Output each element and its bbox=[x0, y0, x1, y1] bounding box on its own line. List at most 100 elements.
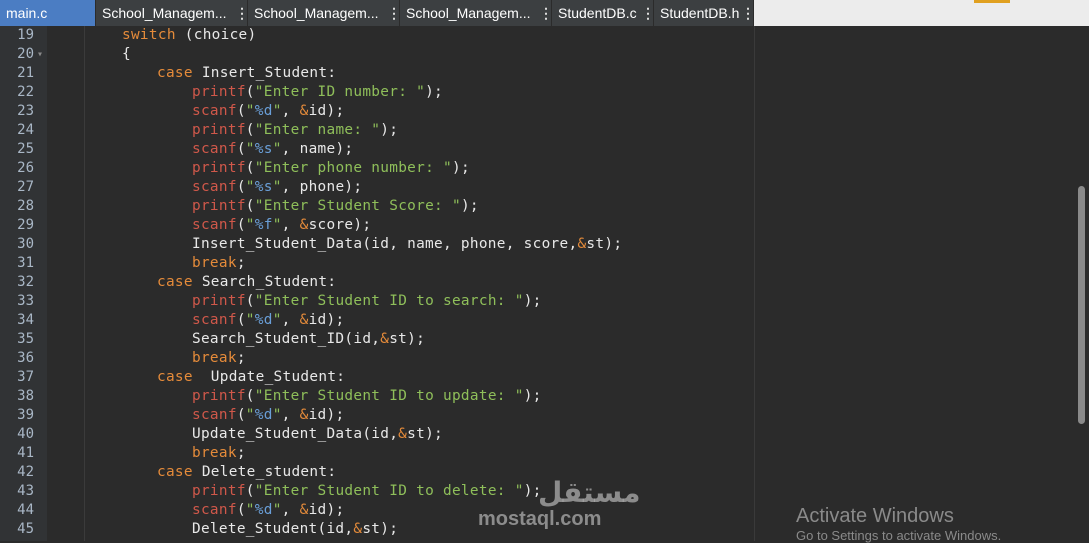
vertical-scrollbar[interactable] bbox=[1075, 26, 1089, 541]
code-text: break; bbox=[192, 445, 246, 461]
code-editor[interactable]: 19 switch (choice) 20 ▾ { 21 case Insert… bbox=[0, 26, 1089, 541]
tab-school-management-1[interactable]: School_Managem... ⋮ bbox=[96, 0, 248, 26]
code-text: scanf("%f", &score); bbox=[192, 217, 372, 233]
tab-menu-icon[interactable]: ⋮ bbox=[741, 5, 753, 22]
code-line[interactable]: 40 Update_Student_Data(id,&st); bbox=[0, 425, 760, 444]
code-line[interactable]: 36 break; bbox=[0, 349, 760, 368]
tab-studentdb-h[interactable]: StudentDB.h ⋮ bbox=[654, 0, 754, 26]
code-text: case Update_Student: bbox=[157, 369, 346, 385]
code-line[interactable]: 25 scanf("%s", name); bbox=[0, 140, 760, 159]
code-text: case Search_Student: bbox=[157, 274, 337, 290]
code-text: printf("Enter Student ID to search: "); bbox=[192, 293, 542, 309]
tab-menu-icon[interactable]: ⋮ bbox=[641, 5, 653, 22]
tab-studentdb-c[interactable]: StudentDB.c ⋮ bbox=[552, 0, 654, 26]
line-number: 28 bbox=[17, 198, 34, 214]
tab-bar-empty-area bbox=[754, 0, 1089, 26]
line-number: 45 bbox=[17, 521, 34, 537]
line-number: 41 bbox=[17, 445, 34, 461]
line-number: 26 bbox=[17, 160, 34, 176]
code-line[interactable]: 27 scanf("%s", phone); bbox=[0, 178, 760, 197]
code-text: Update_Student_Data(id,&st); bbox=[192, 426, 443, 442]
line-number: 24 bbox=[17, 122, 34, 138]
line-number: 36 bbox=[17, 350, 34, 366]
line-number: 29 bbox=[17, 217, 34, 233]
line-number: 43 bbox=[17, 483, 34, 499]
code-line[interactable]: 34 scanf("%d", &id); bbox=[0, 311, 760, 330]
line-number: 40 bbox=[17, 426, 34, 442]
fold-icon[interactable]: ▾ bbox=[37, 45, 43, 64]
code-line[interactable]: 41 break; bbox=[0, 444, 760, 463]
tab-school-management-3[interactable]: School_Managem... ⋮ bbox=[400, 0, 552, 26]
code-text: scanf("%d", &id); bbox=[192, 407, 345, 423]
code-text: printf("Enter Student Score: "); bbox=[192, 198, 479, 214]
code-text: Search_Student_ID(id,&st); bbox=[192, 331, 426, 347]
code-line[interactable]: 21 case Insert_Student: bbox=[0, 64, 760, 83]
watermark-arabic-text: مستقل bbox=[538, 476, 641, 509]
line-number: 42 bbox=[17, 464, 34, 480]
code-line[interactable]: 22 printf("Enter ID number: "); bbox=[0, 83, 760, 102]
code-text: Insert_Student_Data(id, name, phone, sco… bbox=[192, 236, 623, 252]
code-text: break; bbox=[192, 255, 246, 271]
code-text: scanf("%d", &id); bbox=[192, 103, 345, 119]
line-number: 38 bbox=[17, 388, 34, 404]
code-text: break; bbox=[192, 350, 246, 366]
line-number: 27 bbox=[17, 179, 34, 195]
code-text: scanf("%d", &id); bbox=[192, 502, 345, 518]
code-line[interactable]: 26 printf("Enter phone number: "); bbox=[0, 159, 760, 178]
tab-main-c[interactable]: main.c bbox=[0, 0, 96, 26]
tab-label: main.c bbox=[6, 5, 48, 21]
line-number: 32 bbox=[17, 274, 34, 290]
activate-title: Activate Windows bbox=[796, 505, 954, 527]
code-line[interactable]: 35 Search_Student_ID(id,&st); bbox=[0, 330, 760, 349]
tab-bar: main.c School_Managem... ⋮ School_Manage… bbox=[0, 0, 1089, 27]
code-line[interactable]: 31 break; bbox=[0, 254, 760, 273]
code-text: scanf("%d", &id); bbox=[192, 312, 345, 328]
code-text: printf("Enter name: "); bbox=[192, 122, 399, 138]
code-line[interactable]: 39 scanf("%d", &id); bbox=[0, 406, 760, 425]
code-line[interactable]: 33 printf("Enter Student ID to search: "… bbox=[0, 292, 760, 311]
code-text: printf("Enter ID number: "); bbox=[192, 84, 444, 100]
code-line[interactable]: 20 ▾ { bbox=[0, 45, 760, 64]
code-text: printf("Enter Student ID to update: "); bbox=[192, 388, 542, 404]
line-number: 22 bbox=[17, 84, 34, 100]
code-text: printf("Enter Student ID to delete: "); bbox=[192, 483, 542, 499]
tab-label: StudentDB.c bbox=[558, 5, 637, 21]
code-line[interactable]: 37 case Update_Student: bbox=[0, 368, 760, 387]
code-text: printf("Enter phone number: "); bbox=[192, 160, 470, 176]
code-text: Delete_Student(id,&st); bbox=[192, 521, 399, 537]
line-number: 23 bbox=[17, 103, 34, 119]
line-number: 31 bbox=[17, 255, 34, 271]
code-text: switch (choice) bbox=[122, 27, 257, 43]
code-text: scanf("%s", phone); bbox=[192, 179, 363, 195]
tab-label: School_Managem... bbox=[406, 5, 531, 21]
code-line[interactable]: 38 printf("Enter Student ID to update: "… bbox=[0, 387, 760, 406]
line-number: 44 bbox=[17, 502, 34, 518]
tab-school-management-2[interactable]: School_Managem... ⋮ bbox=[248, 0, 400, 26]
code-text: { bbox=[122, 46, 131, 62]
tab-menu-icon[interactable]: ⋮ bbox=[539, 5, 551, 22]
tab-label: School_Managem... bbox=[102, 5, 227, 21]
code-line[interactable]: 23 scanf("%d", &id); bbox=[0, 102, 760, 121]
tab-label: StudentDB.h bbox=[660, 5, 740, 21]
line-number: 19 bbox=[17, 27, 34, 43]
code-line[interactable]: 32 case Search_Student: bbox=[0, 273, 760, 292]
code-text: case Delete_student: bbox=[157, 464, 337, 480]
code-text: scanf("%s", name); bbox=[192, 141, 354, 157]
line-number: 39 bbox=[17, 407, 34, 423]
line-number: 35 bbox=[17, 331, 34, 347]
code-line[interactable]: 29 scanf("%f", &score); bbox=[0, 216, 760, 235]
code-line[interactable]: 24 printf("Enter name: "); bbox=[0, 121, 760, 140]
code-line[interactable]: 30 Insert_Student_Data(id, name, phone, … bbox=[0, 235, 760, 254]
line-number: 25 bbox=[17, 141, 34, 157]
watermark-latin-text: mostaql.com bbox=[478, 508, 602, 530]
code-line[interactable]: 19 switch (choice) bbox=[0, 26, 760, 45]
scrollbar-thumb[interactable] bbox=[1078, 186, 1085, 424]
tab-menu-icon[interactable]: ⋮ bbox=[387, 5, 399, 22]
tab-label: School_Managem... bbox=[254, 5, 379, 21]
toolbar-accent-mark bbox=[974, 0, 1010, 3]
code-line[interactable]: 28 printf("Enter Student Score: "); bbox=[0, 197, 760, 216]
line-number: 21 bbox=[17, 65, 34, 81]
activate-windows-notice: Activate Windows Go to Settings to activ… bbox=[796, 505, 1046, 543]
tab-menu-icon[interactable]: ⋮ bbox=[235, 5, 247, 22]
line-number: 20 bbox=[17, 46, 34, 62]
